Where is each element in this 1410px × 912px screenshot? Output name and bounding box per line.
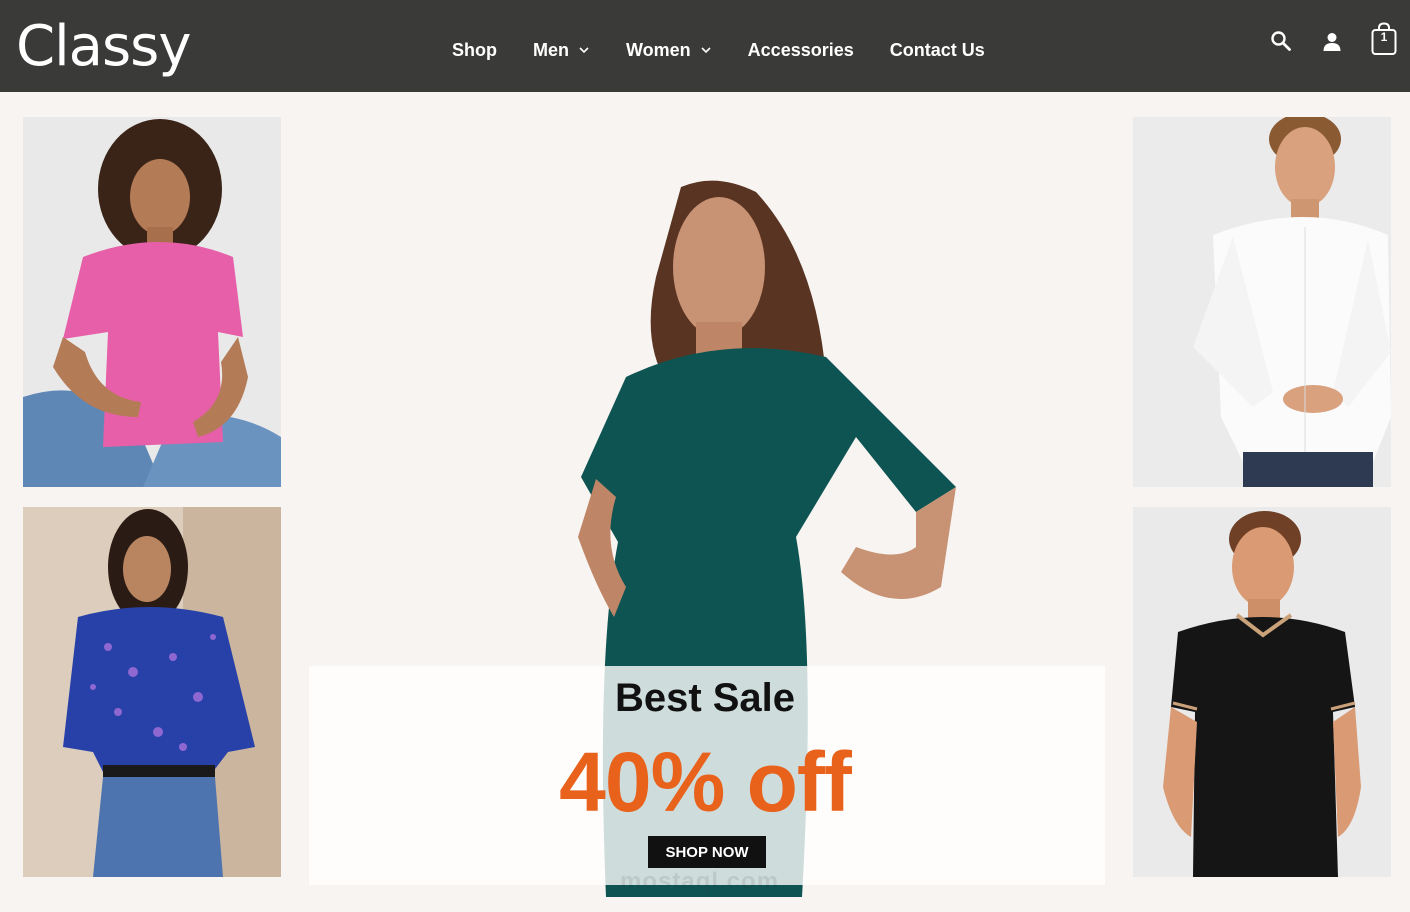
cart-count-badge: 1	[1380, 30, 1388, 44]
cart-button[interactable]: 1	[1371, 22, 1397, 56]
chevron-down-icon	[579, 47, 589, 54]
nav-item-label: Contact Us	[889, 39, 985, 60]
product-image	[23, 117, 281, 487]
product-tile-white-shirt[interactable]	[1133, 117, 1391, 487]
chevron-down-icon	[701, 47, 711, 54]
product-image	[1133, 117, 1391, 487]
nav-item-contact[interactable]: Contact Us	[890, 40, 985, 61]
nav-item-men[interactable]: Men	[533, 40, 590, 61]
promo-discount: 40% off	[559, 735, 852, 829]
product-tile-pink-tee[interactable]	[23, 117, 281, 487]
search-icon[interactable]	[1270, 30, 1292, 52]
nav-item-label: Shop	[452, 39, 497, 60]
nav-item-label: Accessories	[747, 39, 854, 60]
nav-item-shop[interactable]: Shop	[452, 40, 497, 61]
nav-item-women[interactable]: Women	[626, 40, 712, 61]
nav-item-label: Women	[626, 39, 691, 60]
site-header: Classy Shop Men Women Accessories Contac…	[0, 0, 1410, 92]
promo-title: Best Sale	[614, 676, 796, 720]
shop-now-button[interactable]: SHOP NOW	[648, 836, 766, 868]
main-nav: Shop Men Women Accessories Contact Us	[452, 30, 1021, 70]
nav-item-label: Men	[533, 39, 569, 60]
watermark: mostaql.com	[620, 868, 780, 895]
site-logo[interactable]: Classy	[16, 12, 191, 82]
user-icon[interactable]	[1322, 32, 1342, 52]
nav-item-accessories[interactable]: Accessories	[748, 40, 854, 61]
